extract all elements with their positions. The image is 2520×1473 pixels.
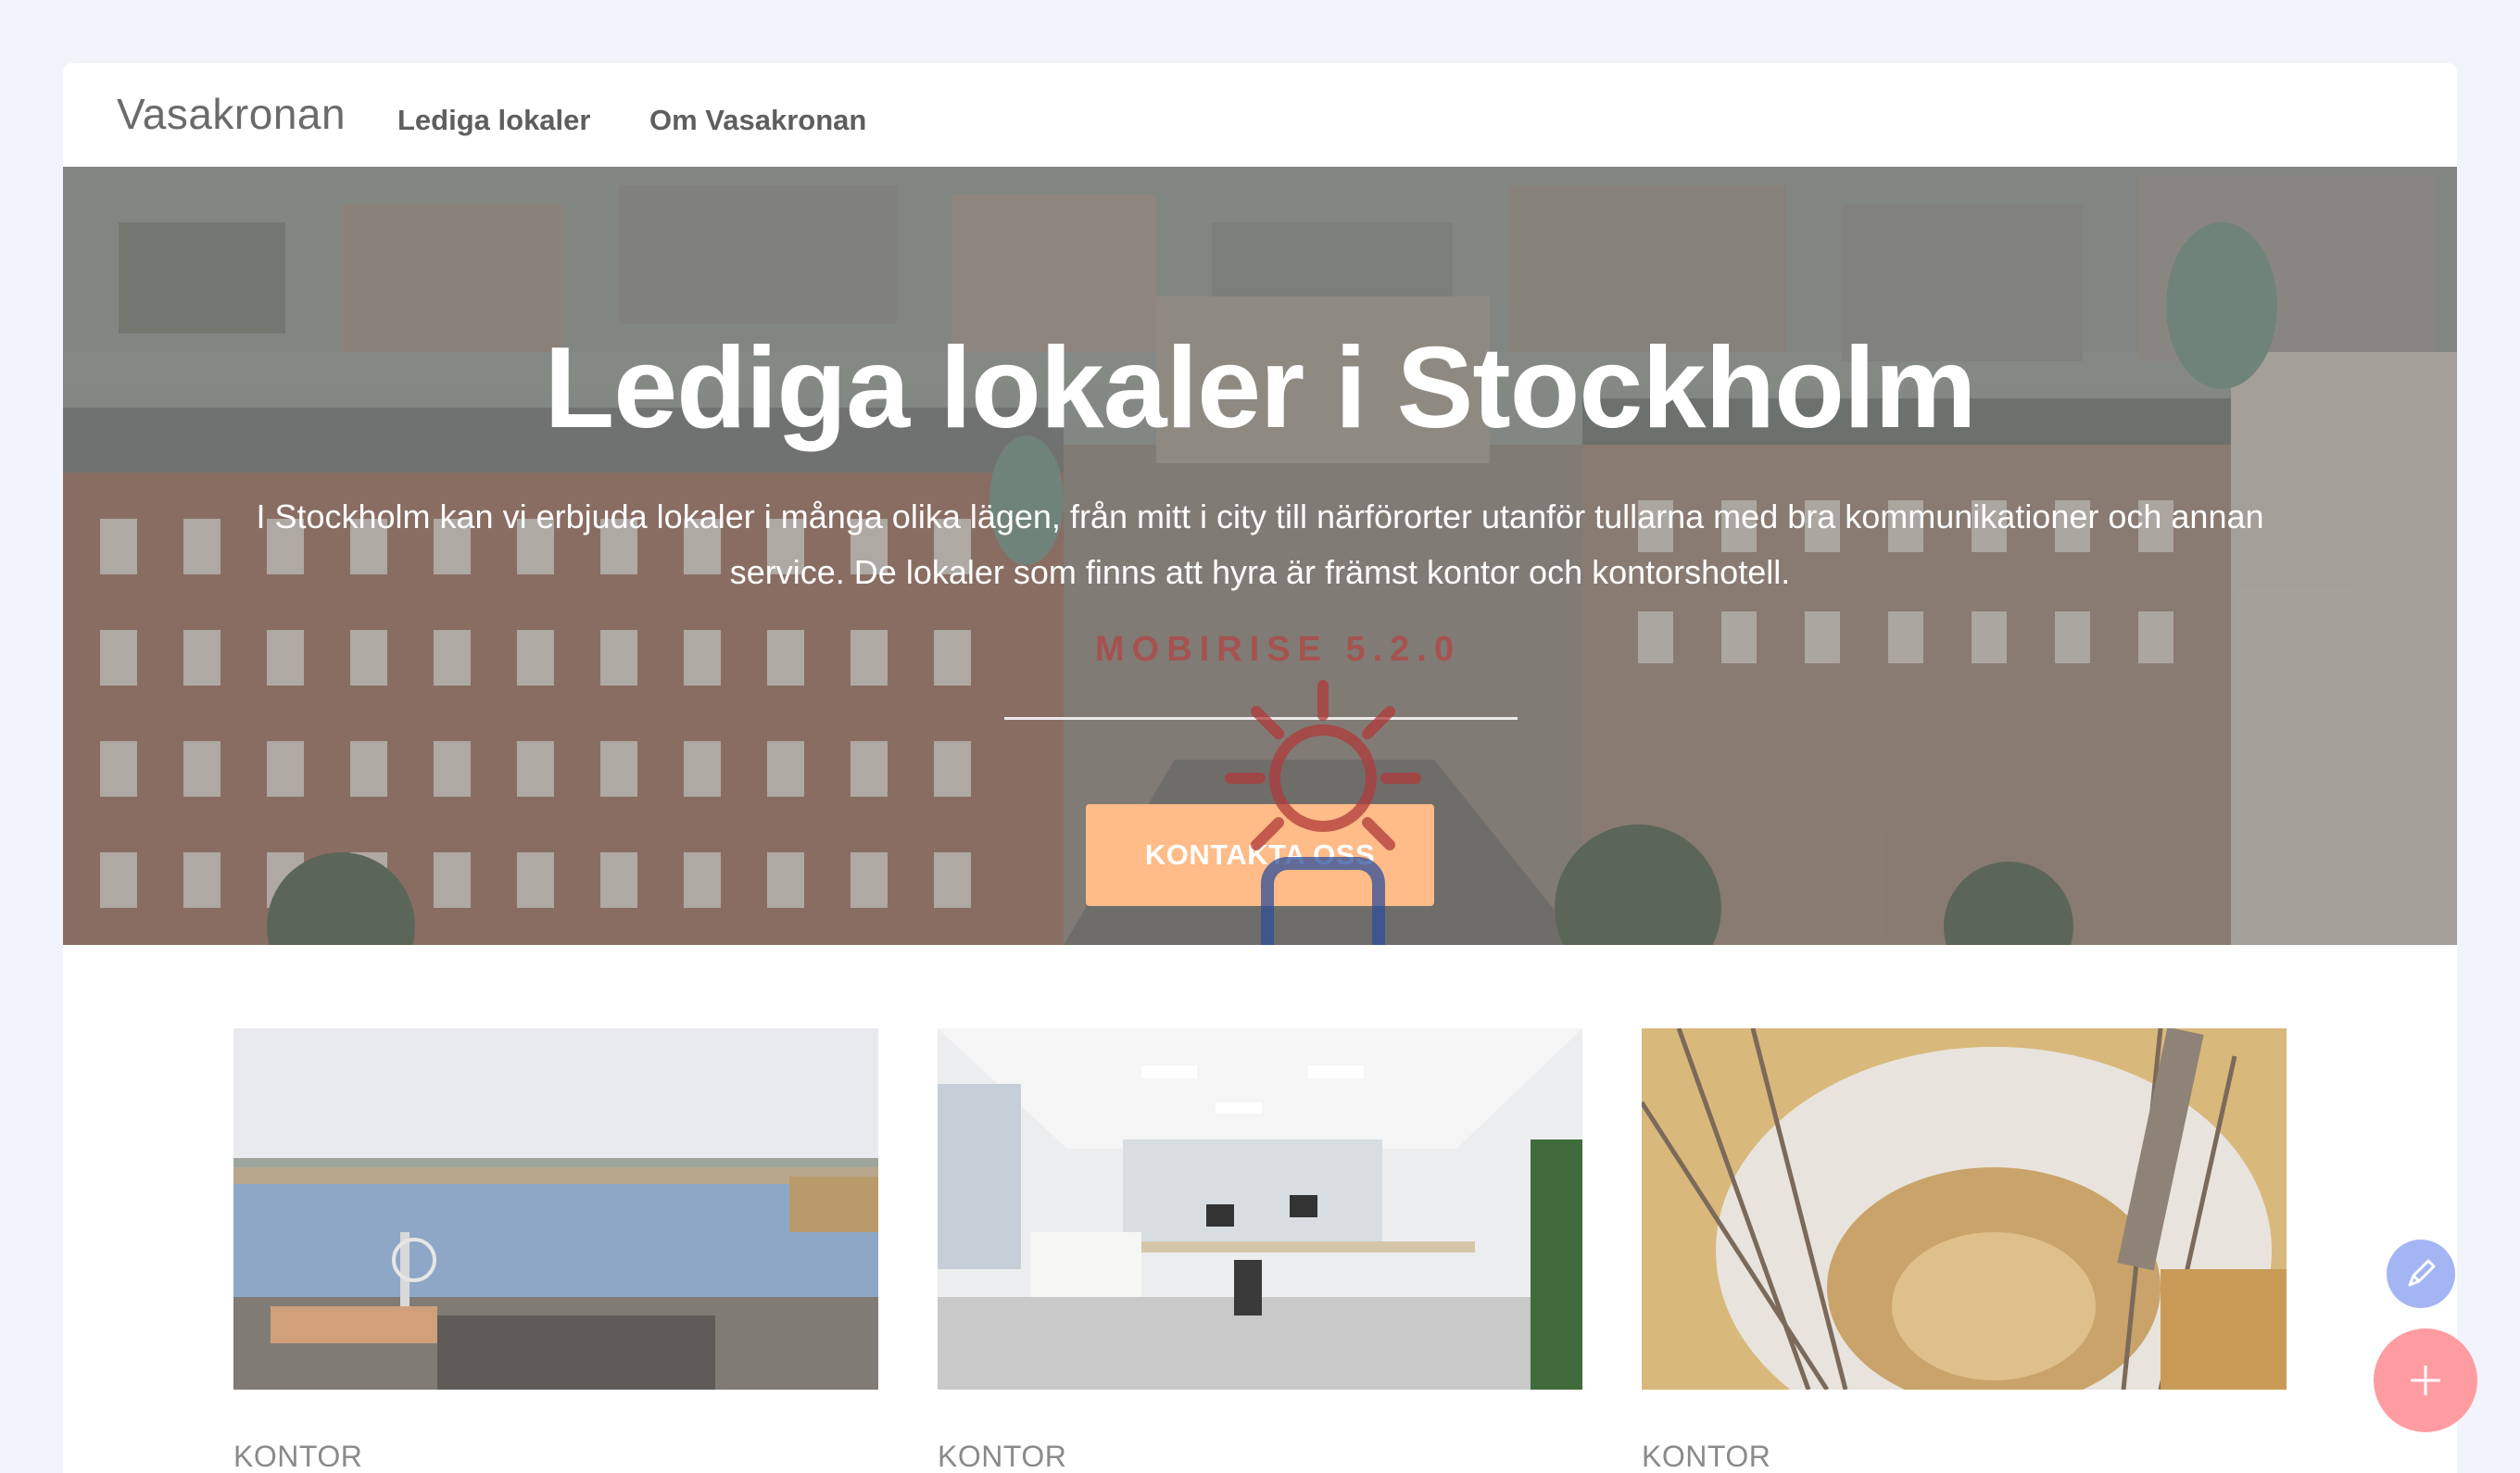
hero-title: Lediga lokaler i Stockholm [544,324,1976,452]
listing-card[interactable]: KONTOR [938,1028,1582,1473]
hero-section: Lediga lokaler i Stockholm I Stockholm k… [63,167,2457,945]
spiral-staircase-photo-icon [1642,1028,2287,1390]
edit-fab-button[interactable] [2387,1240,2455,1308]
office-interior-photo-icon [938,1028,1582,1390]
waterfront-city-photo-icon [233,1028,878,1390]
card-category: KONTOR [1642,1440,1771,1473]
contact-button[interactable]: KONTAKTA OSS [1086,804,1434,906]
listing-card[interactable]: KONTOR [233,1028,878,1473]
page-card: Vasakronan Lediga lokaler Om Vasakronan [63,63,2457,1473]
hero-divider [1004,717,1518,720]
mobirise-watermark-text: MOBIRISE 5.2.0 [1095,630,1461,669]
card-image[interactable] [938,1028,1582,1390]
brand-logo[interactable]: Vasakronan [117,89,346,139]
plus-icon [2411,1366,2440,1395]
card-image[interactable] [1642,1028,2287,1390]
card-category: KONTOR [233,1440,363,1473]
nav-link-lediga-lokaler[interactable]: Lediga lokaler [397,104,590,137]
card-image[interactable] [233,1028,878,1390]
add-fab-button[interactable] [2374,1328,2477,1432]
listing-card[interactable]: KONTOR [1642,1028,2287,1473]
pencil-icon [2408,1259,2436,1287]
nav-link-om-vasakronan[interactable]: Om Vasakronan [649,104,866,137]
hero-description: I Stockholm kan vi erbjuda lokaler i mån… [256,497,2264,591]
navbar: Vasakronan Lediga lokaler Om Vasakronan [63,63,2457,167]
card-category: KONTOR [938,1440,1067,1473]
